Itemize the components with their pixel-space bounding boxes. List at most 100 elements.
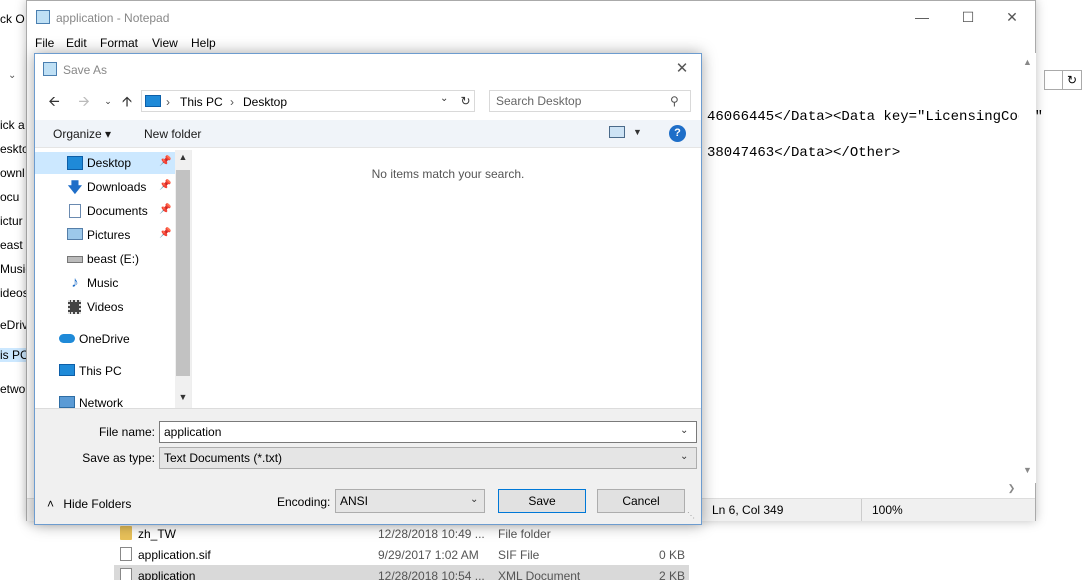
forward-arrow-icon[interactable]: 🡪 bbox=[73, 90, 95, 112]
nav-item-downloads[interactable]: 🡇 Downloads 📌 bbox=[35, 176, 175, 198]
pictures-icon bbox=[67, 228, 83, 240]
chevron-down-icon[interactable]: ⌄ bbox=[440, 93, 448, 104]
table-row[interactable]: application 12/28/2018 10:54 ... XML Doc… bbox=[114, 565, 689, 580]
search-icon[interactable]: ⚲ bbox=[670, 94, 679, 108]
resize-grip-icon[interactable]: ⋱ bbox=[687, 511, 695, 520]
xml-file-icon bbox=[120, 568, 132, 580]
maximize-button[interactable]: ☐ bbox=[945, 1, 991, 33]
scroll-down-icon[interactable]: ▼ bbox=[175, 392, 191, 402]
breadcrumb-this-pc[interactable]: This PC bbox=[180, 95, 223, 109]
notepad-icon bbox=[43, 62, 57, 76]
chevron-down-icon[interactable]: ⌄ bbox=[470, 494, 478, 505]
nav-item-onedrive[interactable]: OneDrive bbox=[35, 328, 175, 350]
pin-icon[interactable]: 📌 bbox=[159, 204, 171, 215]
scroll-up-icon[interactable]: ▲ bbox=[175, 152, 191, 162]
computer-icon bbox=[59, 364, 75, 376]
menu-format[interactable]: Format bbox=[100, 36, 138, 50]
search-box[interactable]: ⚲ bbox=[489, 90, 691, 112]
cloud-icon bbox=[59, 334, 75, 343]
minimize-button[interactable]: — bbox=[899, 1, 945, 33]
cursor-position: Ln 6, Col 349 bbox=[701, 499, 861, 521]
text-line: 46066445</Data><Data key="LicensingCode" bbox=[707, 109, 1044, 125]
window-title: application - Notepad bbox=[56, 11, 170, 25]
explorer-address-dropdown[interactable] bbox=[1044, 70, 1062, 90]
chevron-down-icon[interactable]: ⌄ bbox=[680, 425, 688, 436]
dialog-titlebar[interactable]: Save As ✕ bbox=[35, 54, 701, 84]
nav-item-documents[interactable]: Documents 📌 bbox=[35, 200, 175, 222]
view-options-icon[interactable] bbox=[609, 126, 625, 138]
breadcrumb-separator-icon[interactable]: › bbox=[230, 95, 234, 109]
desktop-icon bbox=[67, 156, 83, 170]
pin-icon[interactable]: 📌 bbox=[159, 156, 171, 167]
pin-icon[interactable]: 📌 bbox=[159, 228, 171, 239]
vertical-scrollbar[interactable]: ▲ ▼ bbox=[1019, 53, 1036, 483]
documents-icon bbox=[69, 204, 81, 218]
close-button[interactable]: ✕ bbox=[663, 54, 701, 84]
refresh-icon[interactable]: ↻ bbox=[1062, 70, 1082, 90]
save-as-dialog: Save As ✕ 🡨 🡪 ⌄ 🡩 › This PC › Desktop ⌄ … bbox=[34, 53, 702, 525]
nav-item-desktop[interactable]: Desktop 📌 bbox=[35, 152, 175, 174]
encoding-value: ANSI bbox=[340, 494, 369, 508]
pin-icon[interactable]: 📌 bbox=[159, 180, 171, 191]
organize-button[interactable]: Organize ▾ bbox=[53, 127, 111, 141]
save-type-value: Text Documents (*.txt) bbox=[164, 451, 283, 465]
table-row[interactable]: application.sif 9/29/2017 1:02 AM SIF Fi… bbox=[114, 544, 689, 565]
save-button[interactable]: Save bbox=[498, 489, 586, 513]
nav-item-pictures[interactable]: Pictures 📌 bbox=[35, 224, 175, 246]
nav-item-music[interactable]: ♪ Music bbox=[35, 272, 175, 294]
close-button[interactable]: ✕ bbox=[989, 1, 1035, 33]
nav-item-beast-drive[interactable]: beast (E:) bbox=[35, 248, 175, 270]
encoding-select[interactable]: ANSI ⌄ bbox=[335, 489, 485, 513]
chevron-down-icon[interactable]: ▼ bbox=[633, 127, 642, 137]
scrollbar-thumb[interactable] bbox=[176, 170, 190, 376]
menu-edit[interactable]: Edit bbox=[66, 36, 87, 50]
save-type-label: Save as type: bbox=[82, 451, 155, 465]
explorer-toolbar-text: ck O bbox=[0, 12, 25, 26]
file-list-pane[interactable]: No items match your search. bbox=[191, 150, 701, 408]
film-icon bbox=[68, 300, 81, 314]
search-input[interactable] bbox=[496, 94, 666, 108]
navigation-pane: Desktop 📌 🡇 Downloads 📌 Documents 📌 Pict… bbox=[35, 150, 191, 410]
drive-icon bbox=[67, 256, 83, 263]
save-type-select[interactable]: Text Documents (*.txt) ⌄ bbox=[159, 447, 697, 469]
breadcrumb-desktop[interactable]: Desktop bbox=[243, 95, 287, 109]
dialog-footer: File name: ⌄ Save as type: Text Document… bbox=[35, 408, 701, 524]
scroll-up-icon[interactable]: ▲ bbox=[1019, 57, 1036, 67]
scroll-down-icon[interactable]: ▼ bbox=[1019, 465, 1036, 475]
new-folder-button[interactable]: New folder bbox=[144, 127, 201, 141]
computer-icon bbox=[145, 95, 161, 107]
text-line: 38047463</Data></Other> bbox=[707, 145, 901, 161]
scroll-right-icon[interactable]: ❯ bbox=[1003, 483, 1020, 494]
notepad-icon bbox=[36, 10, 50, 24]
refresh-icon[interactable]: ↻ bbox=[457, 90, 475, 112]
hide-folders-label: Hide Folders bbox=[63, 497, 132, 511]
dialog-title: Save As bbox=[63, 63, 108, 77]
chevron-down-icon[interactable]: ⌄ bbox=[680, 451, 688, 462]
help-icon[interactable]: ? bbox=[669, 125, 686, 142]
network-icon bbox=[59, 396, 75, 408]
file-name-input[interactable] bbox=[164, 425, 664, 439]
file-name-combobox[interactable]: ⌄ bbox=[159, 421, 697, 443]
folder-icon bbox=[120, 526, 132, 540]
nav-item-videos[interactable]: Videos bbox=[35, 296, 175, 318]
table-row[interactable]: zh_TW 12/28/2018 10:49 ... File folder bbox=[114, 523, 689, 544]
notepad-titlebar[interactable]: application - Notepad — ☐ ✕ bbox=[27, 1, 1035, 33]
menu-help[interactable]: Help bbox=[191, 36, 216, 50]
menu-bar: File Edit Format View Help bbox=[27, 33, 1035, 53]
nav-item-this-pc[interactable]: This PC bbox=[35, 360, 175, 382]
up-arrow-icon[interactable]: 🡩 bbox=[116, 90, 138, 112]
hide-folders-button[interactable]: ˄ Hide Folders bbox=[47, 497, 131, 511]
breadcrumb-separator-icon[interactable]: › bbox=[166, 95, 170, 109]
zoom-level: 100% bbox=[861, 499, 1021, 521]
menu-view[interactable]: View bbox=[152, 36, 178, 50]
address-bar[interactable]: › This PC › Desktop ⌄ bbox=[141, 90, 475, 112]
empty-state-message: No items match your search. bbox=[371, 167, 525, 181]
chevron-up-icon: ˄ bbox=[47, 497, 55, 511]
back-arrow-icon[interactable]: 🡨 bbox=[43, 90, 65, 112]
nav-scrollbar[interactable]: ▲ ▼ bbox=[175, 150, 191, 408]
navigation-bar: 🡨 🡪 ⌄ 🡩 › This PC › Desktop ⌄ ↻ ⚲ bbox=[35, 88, 701, 114]
chevron-down-icon[interactable]: ⌄ bbox=[8, 70, 16, 81]
command-bar: Organize ▾ New folder ▼ ? bbox=[35, 120, 701, 148]
menu-file[interactable]: File bbox=[35, 36, 54, 50]
cancel-button[interactable]: Cancel bbox=[597, 489, 685, 513]
